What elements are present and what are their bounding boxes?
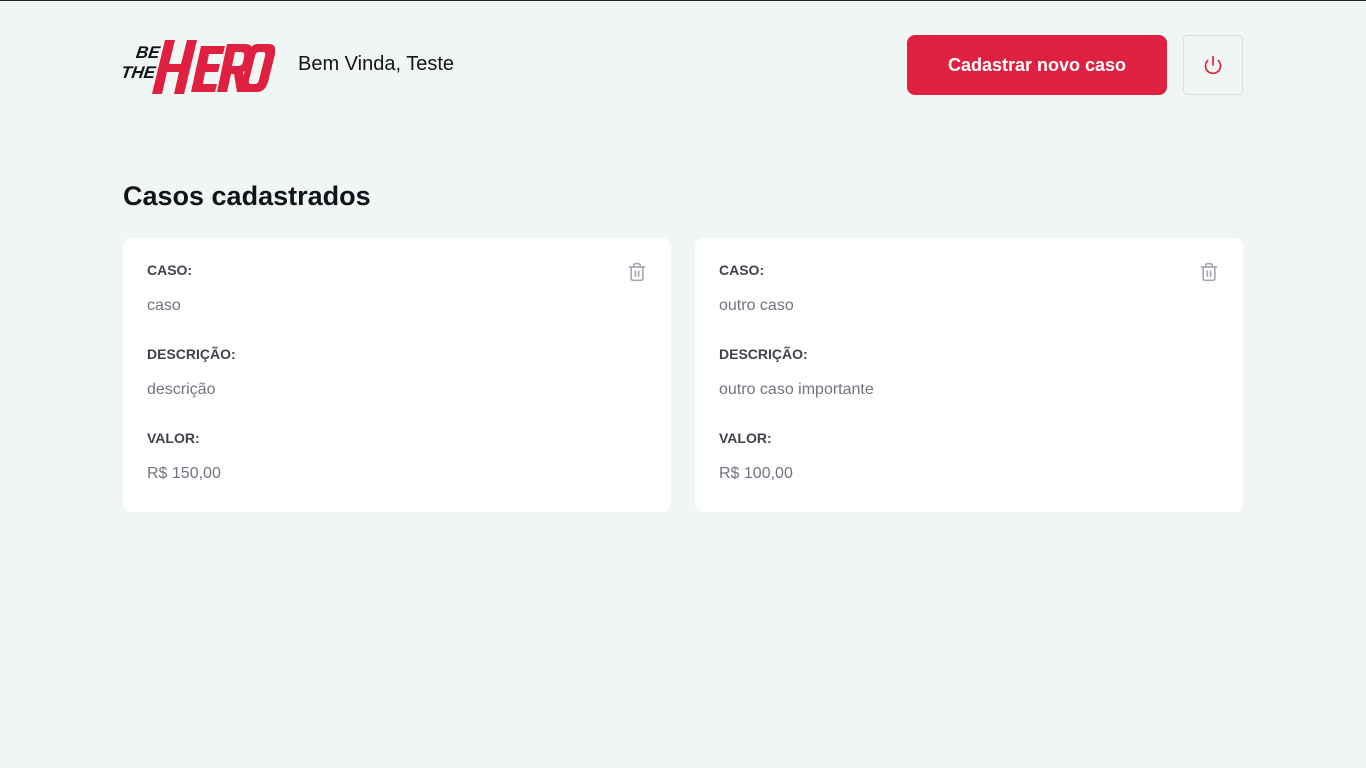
logout-button[interactable] <box>1183 35 1243 95</box>
case-title: outro caso <box>719 297 794 314</box>
case-title: caso <box>147 297 181 314</box>
case-value: R$ 100,00 <box>719 465 793 482</box>
welcome-greeting: Bem Vinda, Teste <box>298 53 455 75</box>
power-icon <box>1204 55 1222 75</box>
page-container: BE THE Bem Vinda, Teste Cadastrar novo c… <box>123 1 1243 512</box>
page-title: Casos cadastrados <box>123 181 371 211</box>
case-card: CASO: caso DESCRIÇÃO: descrição VALOR: R… <box>123 238 671 512</box>
case-description: outro caso importante <box>719 381 874 398</box>
svg-text:THE: THE <box>123 63 157 82</box>
cases-list: CASO: caso DESCRIÇÃO: descrição VALOR: R… <box>123 238 1243 512</box>
page-header: BE THE Bem Vinda, Teste Cadastrar novo c… <box>123 1 1243 129</box>
value-label: VALOR: <box>147 430 200 446</box>
case-label: CASO: <box>719 262 765 278</box>
svg-text:BE: BE <box>135 43 162 62</box>
trash-icon <box>628 262 646 282</box>
case-label: CASO: <box>147 262 193 278</box>
description-label: DESCRIÇÃO: <box>147 346 236 362</box>
case-description: descrição <box>147 381 216 398</box>
new-case-button[interactable]: Cadastrar novo caso <box>907 35 1167 95</box>
case-value: R$ 150,00 <box>147 465 221 482</box>
description-label: DESCRIÇÃO: <box>719 346 808 362</box>
trash-icon <box>1200 262 1218 282</box>
delete-case-button[interactable] <box>1199 262 1219 282</box>
delete-case-button[interactable] <box>627 262 647 282</box>
case-card: CASO: outro caso DESCRIÇÃO: outro caso i… <box>695 238 1243 512</box>
value-label: VALOR: <box>719 430 772 446</box>
be-the-hero-logo: BE THE <box>123 40 275 94</box>
